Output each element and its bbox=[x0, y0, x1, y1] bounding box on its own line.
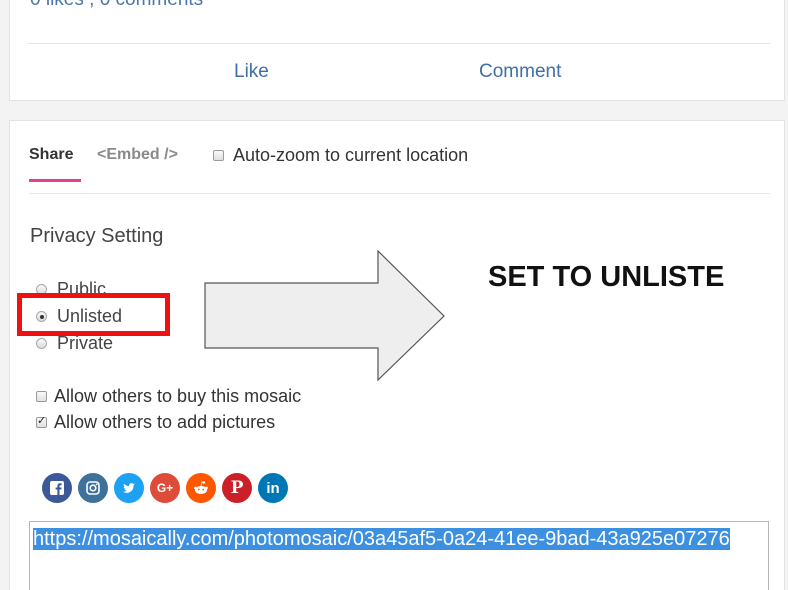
linkedin-icon[interactable]: in bbox=[258, 473, 288, 503]
autozoom-label: Auto-zoom to current location bbox=[233, 145, 469, 165]
post-actions-card: 0 likes , 0 comments Like Comment bbox=[9, 0, 785, 101]
reddit-icon[interactable] bbox=[186, 473, 216, 503]
instagram-icon[interactable] bbox=[78, 473, 108, 503]
active-tab-indicator bbox=[29, 179, 81, 182]
twitter-icon[interactable] bbox=[114, 473, 144, 503]
highlight-box bbox=[17, 293, 170, 336]
allow-add-pictures-option[interactable]: Allow others to add pictures bbox=[36, 412, 275, 433]
privacy-option-private[interactable]: Private bbox=[36, 333, 113, 354]
page: 0 likes , 0 comments Like Comment Share … bbox=[0, 0, 788, 590]
allow-add-pictures-label: Allow others to add pictures bbox=[54, 412, 276, 432]
google-plus-icon[interactable]: G+ bbox=[150, 473, 180, 503]
tab-embed[interactable]: <Embed /> bbox=[97, 146, 178, 164]
facebook-icon[interactable] bbox=[42, 473, 72, 503]
social-share-icons: G+ P in bbox=[42, 473, 294, 503]
share-url-text[interactable]: https://mosaically.com/photomosaic/03a45… bbox=[33, 528, 730, 550]
comment-button[interactable]: Comment bbox=[479, 61, 561, 83]
allow-buy-label: Allow others to buy this mosaic bbox=[54, 386, 302, 406]
radio-private[interactable] bbox=[36, 338, 47, 349]
allow-buy-checkbox[interactable] bbox=[36, 391, 47, 402]
share-url-field[interactable]: https://mosaically.com/photomosaic/03a45… bbox=[29, 521, 769, 590]
divider bbox=[29, 193, 770, 194]
annotation-text: SET TO UNLISTE bbox=[488, 261, 725, 293]
allow-buy-option[interactable]: Allow others to buy this mosaic bbox=[36, 386, 301, 407]
pinterest-icon[interactable]: P bbox=[222, 473, 252, 503]
likes-comments-count[interactable]: 0 likes , 0 comments bbox=[30, 0, 203, 11]
right-arrow-icon bbox=[204, 250, 445, 382]
tab-share[interactable]: Share bbox=[29, 146, 73, 164]
autozoom-option[interactable]: Auto-zoom to current location bbox=[213, 145, 468, 166]
allow-add-pictures-checkbox[interactable] bbox=[36, 414, 47, 428]
like-button[interactable]: Like bbox=[234, 61, 269, 83]
privacy-option-label: Private bbox=[57, 333, 114, 353]
divider bbox=[28, 43, 770, 44]
privacy-setting-heading: Privacy Setting bbox=[30, 225, 164, 247]
autozoom-checkbox[interactable] bbox=[213, 150, 224, 161]
